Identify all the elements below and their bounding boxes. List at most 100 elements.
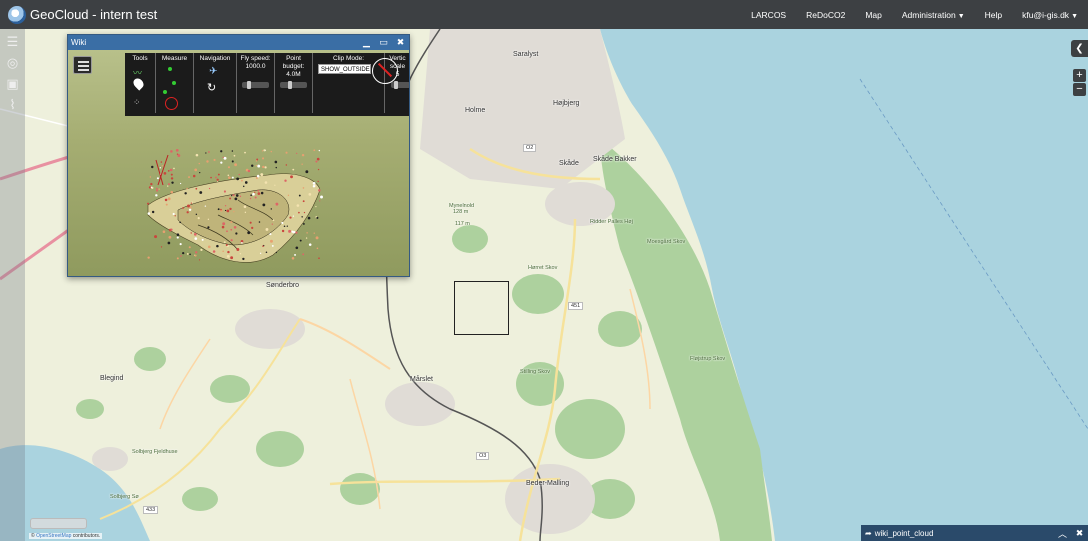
cloud-point [220, 208, 222, 211]
cloud-point [230, 221, 233, 224]
point-budget-slider-thumb[interactable] [288, 81, 292, 89]
circle-measure-icon[interactable] [165, 97, 178, 110]
share-arrow-icon[interactable]: ➦ [865, 529, 872, 538]
measure-section: Measure [156, 53, 194, 113]
cloud-point [249, 221, 252, 224]
cloud-point [317, 180, 319, 183]
vertical-scale-slider[interactable] [391, 81, 409, 89]
point-budget-slider[interactable] [280, 81, 307, 89]
area-measure-icon[interactable] [163, 90, 167, 94]
distance-measure-icon[interactable] [172, 81, 176, 85]
minimize-icon[interactable]: ▁ [358, 37, 375, 48]
cloud-point [235, 194, 239, 197]
cloud-point [239, 195, 242, 198]
cube-icon[interactable]: ▣ [5, 76, 20, 91]
zoom-out-button[interactable]: − [1073, 83, 1086, 96]
cloud-point [262, 245, 264, 247]
cloud-point [252, 192, 255, 196]
cloud-point [147, 202, 150, 205]
osm-link[interactable]: OpenStreetMap [36, 533, 71, 539]
sidebar-menu-button[interactable] [73, 56, 92, 74]
cloud-point [247, 231, 251, 235]
point-measure-icon[interactable] [168, 67, 172, 71]
zoom-in-button[interactable]: + [1073, 69, 1086, 82]
vertical-scale-slider-thumb[interactable] [394, 81, 398, 89]
cloud-point [257, 189, 260, 192]
clip-volume-box[interactable] [454, 281, 509, 335]
cloud-point [195, 187, 198, 190]
cloud-point [302, 187, 305, 189]
cloud-point [257, 164, 261, 168]
cloud-point [250, 194, 253, 197]
tools-section: Tools 〰 ⁘ [125, 53, 156, 113]
nav-item-user[interactable]: kfu@i-gis.dk ▼ [1012, 10, 1088, 20]
cloud-point [227, 166, 231, 169]
nav-item-map[interactable]: Map [855, 10, 892, 20]
cloud-point [318, 149, 321, 152]
cloud-point [255, 165, 258, 167]
point-cloud-viewer[interactable]: Tools 〰 ⁘ Measure Navigation ✈ ↻ Fly spe… [68, 50, 409, 276]
brand[interactable]: GeoCloud - intern test [8, 5, 157, 24]
cloud-point [318, 189, 321, 192]
cloud-point [254, 196, 257, 199]
maximize-icon[interactable]: ▭ [375, 37, 392, 48]
cloud-point [227, 250, 230, 254]
left-sidebar: ☰ ◎ ▣ ⌇ [0, 29, 25, 541]
collapse-panel-button[interactable]: ❮ [1071, 40, 1088, 57]
point-select-icon[interactable]: ⁘ [133, 97, 141, 108]
nav-item-larcos[interactable]: LARCOS [741, 10, 796, 20]
chevron-up-icon[interactable]: ︿ [1054, 527, 1071, 540]
point-budget-section: Point budget: 4.0M [275, 53, 313, 113]
cloud-point [262, 165, 265, 169]
cloud-point [238, 173, 240, 176]
cloud-point [199, 191, 203, 194]
attribution-suffix: contributors. [71, 533, 101, 539]
orbit-mode-icon[interactable]: ↻ [207, 81, 216, 94]
cloud-point [171, 181, 174, 184]
cloud-point [223, 241, 226, 244]
nav-item-help[interactable]: Help [975, 10, 1012, 20]
cloud-point [255, 160, 258, 162]
cloud-point [290, 175, 293, 179]
window-titlebar[interactable]: Wiki ▁ ▭ ✖ [68, 35, 409, 50]
nav-item-administration[interactable]: Administration ▼ [892, 10, 975, 20]
cloud-point [186, 204, 190, 208]
fly-mode-icon[interactable]: ✈ [209, 66, 217, 77]
clip-mode-select[interactable]: SHOW_OUTSIDE [318, 64, 371, 74]
close-icon[interactable]: ✖ [392, 37, 409, 48]
fly-speed-value: 1000.0 [245, 63, 266, 70]
fly-speed-slider[interactable] [242, 81, 269, 89]
cloud-point [198, 259, 201, 261]
cloud-point [302, 200, 305, 203]
cloud-point [244, 211, 247, 214]
cloud-point [255, 176, 258, 179]
caret-down-icon: ▼ [1071, 12, 1078, 20]
fly-speed-slider-thumb[interactable] [247, 81, 251, 89]
cloud-point [213, 158, 216, 162]
close-icon[interactable]: ✖ [1071, 528, 1088, 539]
place-label: Skåde [559, 160, 579, 167]
globe-icon[interactable]: ◎ [5, 55, 20, 70]
cloud-point [230, 239, 233, 242]
cloud-point [176, 236, 179, 239]
cloud-point [194, 237, 198, 240]
map-attribution: © OpenStreetMap contributors. [29, 533, 103, 539]
layer-panel: ➦ wiki_point_cloud ︿ ✖ [861, 525, 1088, 541]
chart-icon[interactable]: ⌇ [5, 97, 20, 112]
compass-icon[interactable] [372, 58, 398, 84]
cloud-point [301, 216, 303, 218]
cloud-point [186, 211, 189, 214]
point-budget-value: 4.0M [286, 71, 301, 78]
cloud-point [229, 207, 232, 211]
cloud-point [170, 177, 174, 180]
road-number: 451 [568, 302, 584, 310]
nav-item-redoco2[interactable]: ReDoCO2 [796, 10, 855, 20]
cloud-point [193, 232, 197, 236]
cloud-point [295, 231, 298, 234]
cloud-point [194, 168, 198, 172]
cloud-point [288, 229, 292, 233]
cloud-point [292, 215, 295, 217]
layers-menu-icon[interactable]: ☰ [5, 34, 20, 49]
cloud-point [313, 149, 316, 152]
cloud-point [299, 239, 302, 242]
